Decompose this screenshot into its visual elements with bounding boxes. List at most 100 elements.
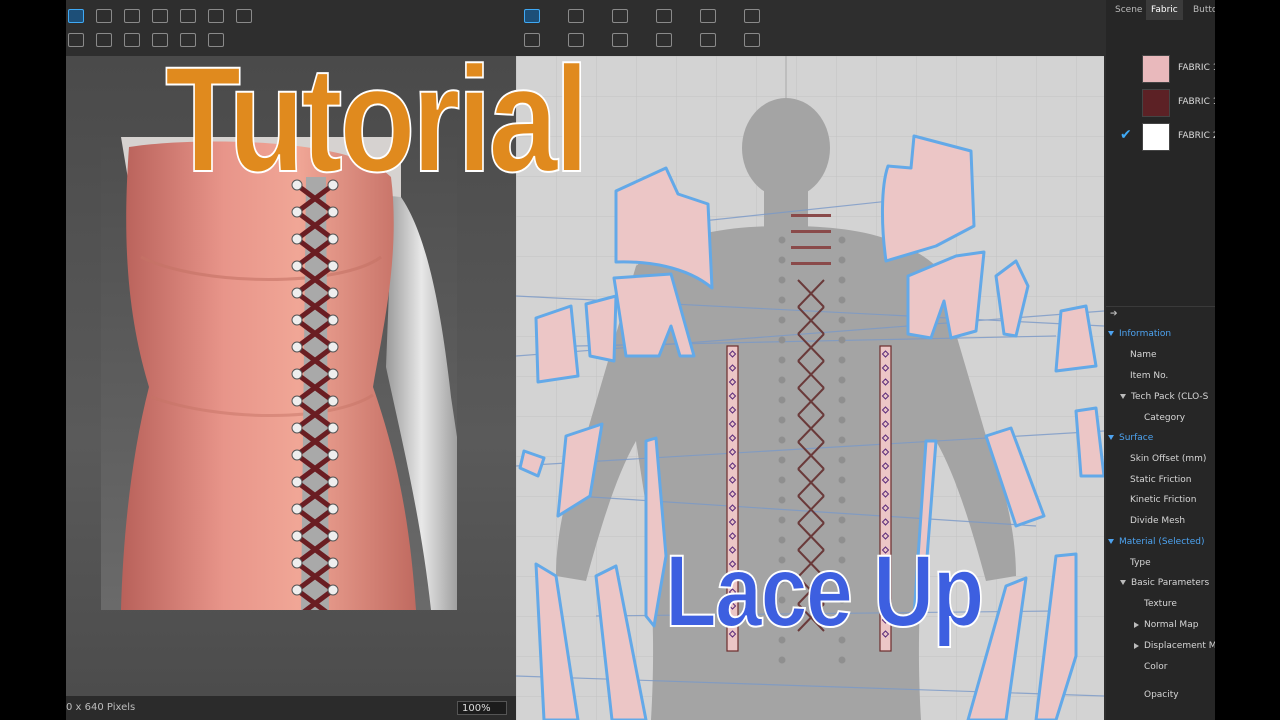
chevron-right-icon[interactable]: [1134, 642, 1139, 649]
chevron-down-icon[interactable]: [1120, 394, 1126, 399]
eyelet-point: [838, 236, 846, 244]
render-icon[interactable]: [180, 9, 196, 23]
property-row[interactable]: Static Friction: [1130, 475, 1192, 485]
settings-icon[interactable]: [208, 9, 224, 23]
eyelet-point: [838, 436, 846, 444]
eyelet-point: [778, 256, 786, 264]
collapse-arrow-icon[interactable]: ➔: [1110, 309, 1118, 319]
eyelet-point: [778, 396, 786, 404]
eyelet-point: [778, 436, 786, 444]
chevron-down-icon[interactable]: [1108, 539, 1114, 544]
tab-fabric[interactable]: Fabric: [1146, 0, 1183, 20]
property-section[interactable]: Surface: [1108, 433, 1153, 443]
eyelet: [291, 395, 303, 407]
property-row[interactable]: Opacity: [1144, 690, 1179, 700]
resolution-label: 0 x 640 Pixels: [66, 702, 136, 713]
rectangle-icon[interactable]: [656, 9, 672, 23]
tab-scene[interactable]: Scene: [1110, 0, 1147, 20]
fabric-list-item[interactable]: ✔ FABRIC 2: [1106, 121, 1215, 153]
property-row[interactable]: Tech Pack (CLO-S: [1120, 392, 1208, 402]
zoom-dropdown[interactable]: 100%: [457, 701, 507, 715]
eyelet: [327, 341, 339, 353]
property-row[interactable]: Displacement M: [1134, 641, 1215, 651]
eyelet-point: [838, 476, 846, 484]
property-row[interactable]: Basic Parameters: [1120, 578, 1209, 588]
chevron-right-icon[interactable]: [1134, 621, 1139, 628]
property-row[interactable]: Divide Mesh: [1130, 516, 1185, 526]
eyelet-point: [838, 496, 846, 504]
fabric-list-item[interactable]: FABRIC 1: [1106, 53, 1215, 85]
fabric-swatch[interactable]: [1142, 123, 1170, 151]
fabric-swatch[interactable]: [1142, 55, 1170, 83]
eyelet-point: [838, 276, 846, 284]
fabric-list-item[interactable]: FABRIC 1: [1106, 87, 1215, 119]
eyelet-point: [778, 376, 786, 384]
chevron-down-icon[interactable]: [1108, 435, 1114, 440]
internal-polygon-icon[interactable]: [700, 9, 716, 23]
button-icon[interactable]: [700, 33, 716, 47]
pin-icon[interactable]: [612, 33, 628, 47]
screenshot-icon[interactable]: [152, 9, 168, 23]
chevron-down-icon[interactable]: [1120, 580, 1126, 585]
property-row[interactable]: Name: [1130, 350, 1157, 360]
eyelet: [327, 368, 339, 380]
dress-render-drawing: [101, 137, 457, 610]
eyelet: [327, 503, 339, 515]
eyelet-point: [838, 396, 846, 404]
polygon-icon[interactable]: [612, 9, 628, 23]
lace-bar: [791, 246, 831, 249]
tutorial-title-overlay: Tutorial: [164, 35, 590, 203]
eyelet: [291, 503, 303, 515]
property-row[interactable]: Category: [1144, 413, 1185, 423]
chevron-down-icon[interactable]: [1108, 331, 1114, 336]
tab-button[interactable]: Butto: [1188, 0, 1215, 20]
eyelet: [291, 476, 303, 488]
camera-icon[interactable]: [124, 9, 140, 23]
property-row[interactable]: Kinetic Friction: [1130, 495, 1196, 505]
property-label: Texture: [1144, 599, 1177, 609]
eyelet: [327, 395, 339, 407]
property-label: Item No.: [1130, 371, 1169, 381]
eyelet-point: [838, 296, 846, 304]
simulation-icon[interactable]: [68, 9, 84, 23]
property-label: Kinetic Friction: [1130, 495, 1197, 505]
status-bar-3d: 0 x 640 Pixels 100%: [66, 696, 516, 720]
trace-icon[interactable]: [744, 9, 760, 23]
cloth-icon[interactable]: [96, 33, 112, 47]
eyelet: [291, 287, 303, 299]
property-label: Static Friction: [1130, 475, 1192, 485]
property-row[interactable]: Item No.: [1130, 371, 1168, 381]
eyelet-point: [778, 296, 786, 304]
eyelet: [291, 530, 303, 542]
dress-render-image: [101, 137, 457, 610]
eyelet-point: [838, 336, 846, 344]
eyelet-point: [778, 356, 786, 364]
fabric-swatch[interactable]: [1142, 89, 1170, 117]
fabric-icon[interactable]: [68, 33, 84, 47]
property-section[interactable]: Information: [1108, 329, 1171, 339]
eyelet-point: [838, 356, 846, 364]
property-row[interactable]: Skin Offset (mm): [1130, 454, 1206, 464]
text-icon[interactable]: [656, 33, 672, 47]
eyelet-point: [778, 336, 786, 344]
record-icon[interactable]: [96, 9, 112, 23]
property-section[interactable]: Material (Selected): [1108, 537, 1204, 547]
property-row[interactable]: Type: [1130, 558, 1151, 568]
property-label: Displacement M: [1144, 641, 1215, 651]
edit-point-icon[interactable]: [568, 9, 584, 23]
property-row[interactable]: Normal Map: [1134, 620, 1198, 630]
transform-pattern-icon[interactable]: [524, 9, 540, 23]
property-label: Material (Selected): [1119, 537, 1205, 547]
property-row[interactable]: Color: [1144, 662, 1168, 672]
globe-icon[interactable]: [124, 33, 140, 47]
property-label: Normal Map: [1144, 620, 1199, 630]
topstitch-icon[interactable]: [744, 33, 760, 47]
eyelet: [327, 584, 339, 596]
eyelet: [291, 314, 303, 326]
eyelet-point: [838, 256, 846, 264]
property-label: Basic Parameters: [1131, 578, 1210, 588]
property-row[interactable]: Texture: [1144, 599, 1177, 609]
property-label: Surface: [1119, 433, 1154, 443]
property-label: Tech Pack (CLO-S: [1131, 392, 1209, 402]
avatar-icon[interactable]: [236, 9, 252, 23]
